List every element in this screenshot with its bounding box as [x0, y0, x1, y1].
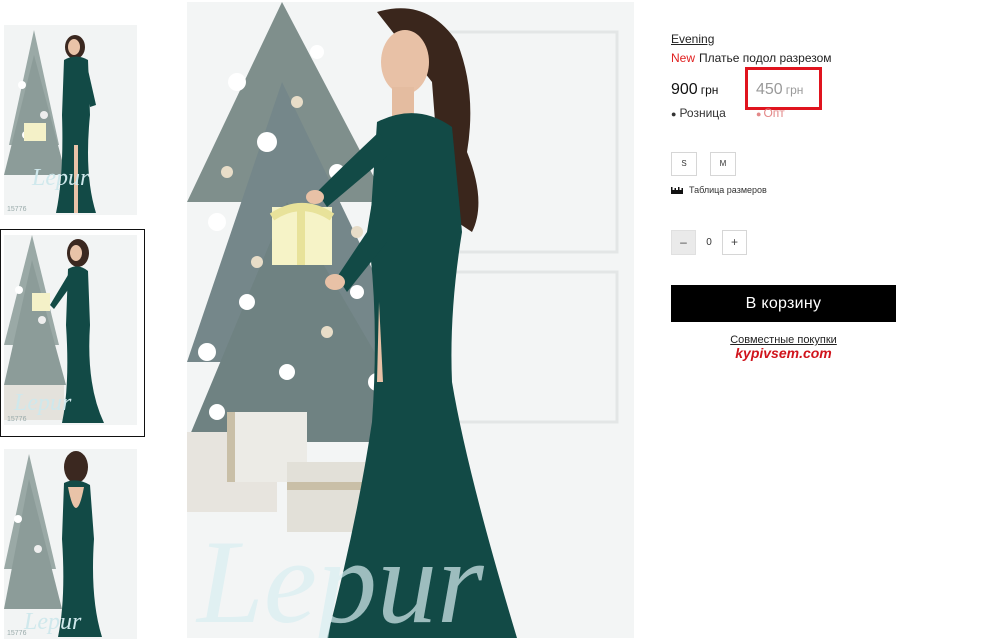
quantity-increase-button[interactable]: + — [722, 230, 747, 255]
brand-link[interactable]: Evening — [671, 32, 714, 46]
product-title-text: Платье подол разрезом — [699, 51, 832, 65]
wholesale-price: 450 грн — [756, 81, 803, 99]
retail-label: ● Розница — [671, 106, 726, 120]
ruler-icon — [671, 187, 683, 195]
quantity-decrease-button[interactable]: – — [671, 230, 696, 255]
thumbnail-code: 15776 — [7, 206, 27, 213]
partner-logo[interactable]: kypivsem.com — [671, 345, 896, 361]
main-photo-image: Lepur — [187, 2, 634, 638]
main-product-photo[interactable]: Lepur — [187, 2, 634, 638]
thumbnail-code: 15776 — [7, 630, 27, 637]
quantity-value[interactable]: 0 — [700, 230, 718, 255]
wholesale-label: ● Опт — [756, 106, 785, 120]
size-option-s[interactable]: S — [671, 152, 697, 176]
bullet-icon: ● — [756, 109, 762, 119]
svg-text:Lepur: Lepur — [23, 609, 82, 635]
add-to-cart-button[interactable]: В корзину — [671, 285, 896, 322]
size-option-m[interactable]: M — [710, 152, 736, 176]
thumbnail-1[interactable]: Lepur 15776 — [4, 25, 137, 215]
new-badge: New — [671, 51, 696, 65]
thumbnail-photo-front-slit: Lepur — [4, 25, 137, 215]
thumbnail-code: 15776 — [7, 416, 27, 423]
retail-price-currency: грн — [700, 83, 719, 97]
wholesale-label-text: Опт — [763, 106, 785, 120]
svg-text:Lepur: Lepur — [13, 390, 72, 416]
bullet-icon: ● — [671, 109, 677, 119]
retail-label-text: Розница — [679, 106, 726, 120]
retail-price-value: 900 — [671, 81, 698, 98]
svg-text:Lepur: Lepur — [31, 165, 90, 191]
size-chart-link[interactable]: Таблица размеров — [671, 185, 767, 195]
retail-price: 900 грн — [671, 81, 718, 99]
thumbnail-photo-back: Lepur — [4, 449, 137, 639]
product-title: New Платье подол разрезом — [671, 51, 832, 65]
wholesale-price-currency: грн — [785, 83, 804, 97]
size-chart-label: Таблица размеров — [689, 185, 767, 195]
wholesale-price-value: 450 — [756, 81, 783, 98]
thumbnail-2[interactable]: Lepur 15776 — [4, 235, 137, 425]
thumbnail-photo-side: Lepur — [4, 235, 137, 425]
svg-text:Lepur: Lepur — [195, 515, 485, 638]
thumbnail-3[interactable]: Lepur 15776 — [4, 449, 137, 639]
